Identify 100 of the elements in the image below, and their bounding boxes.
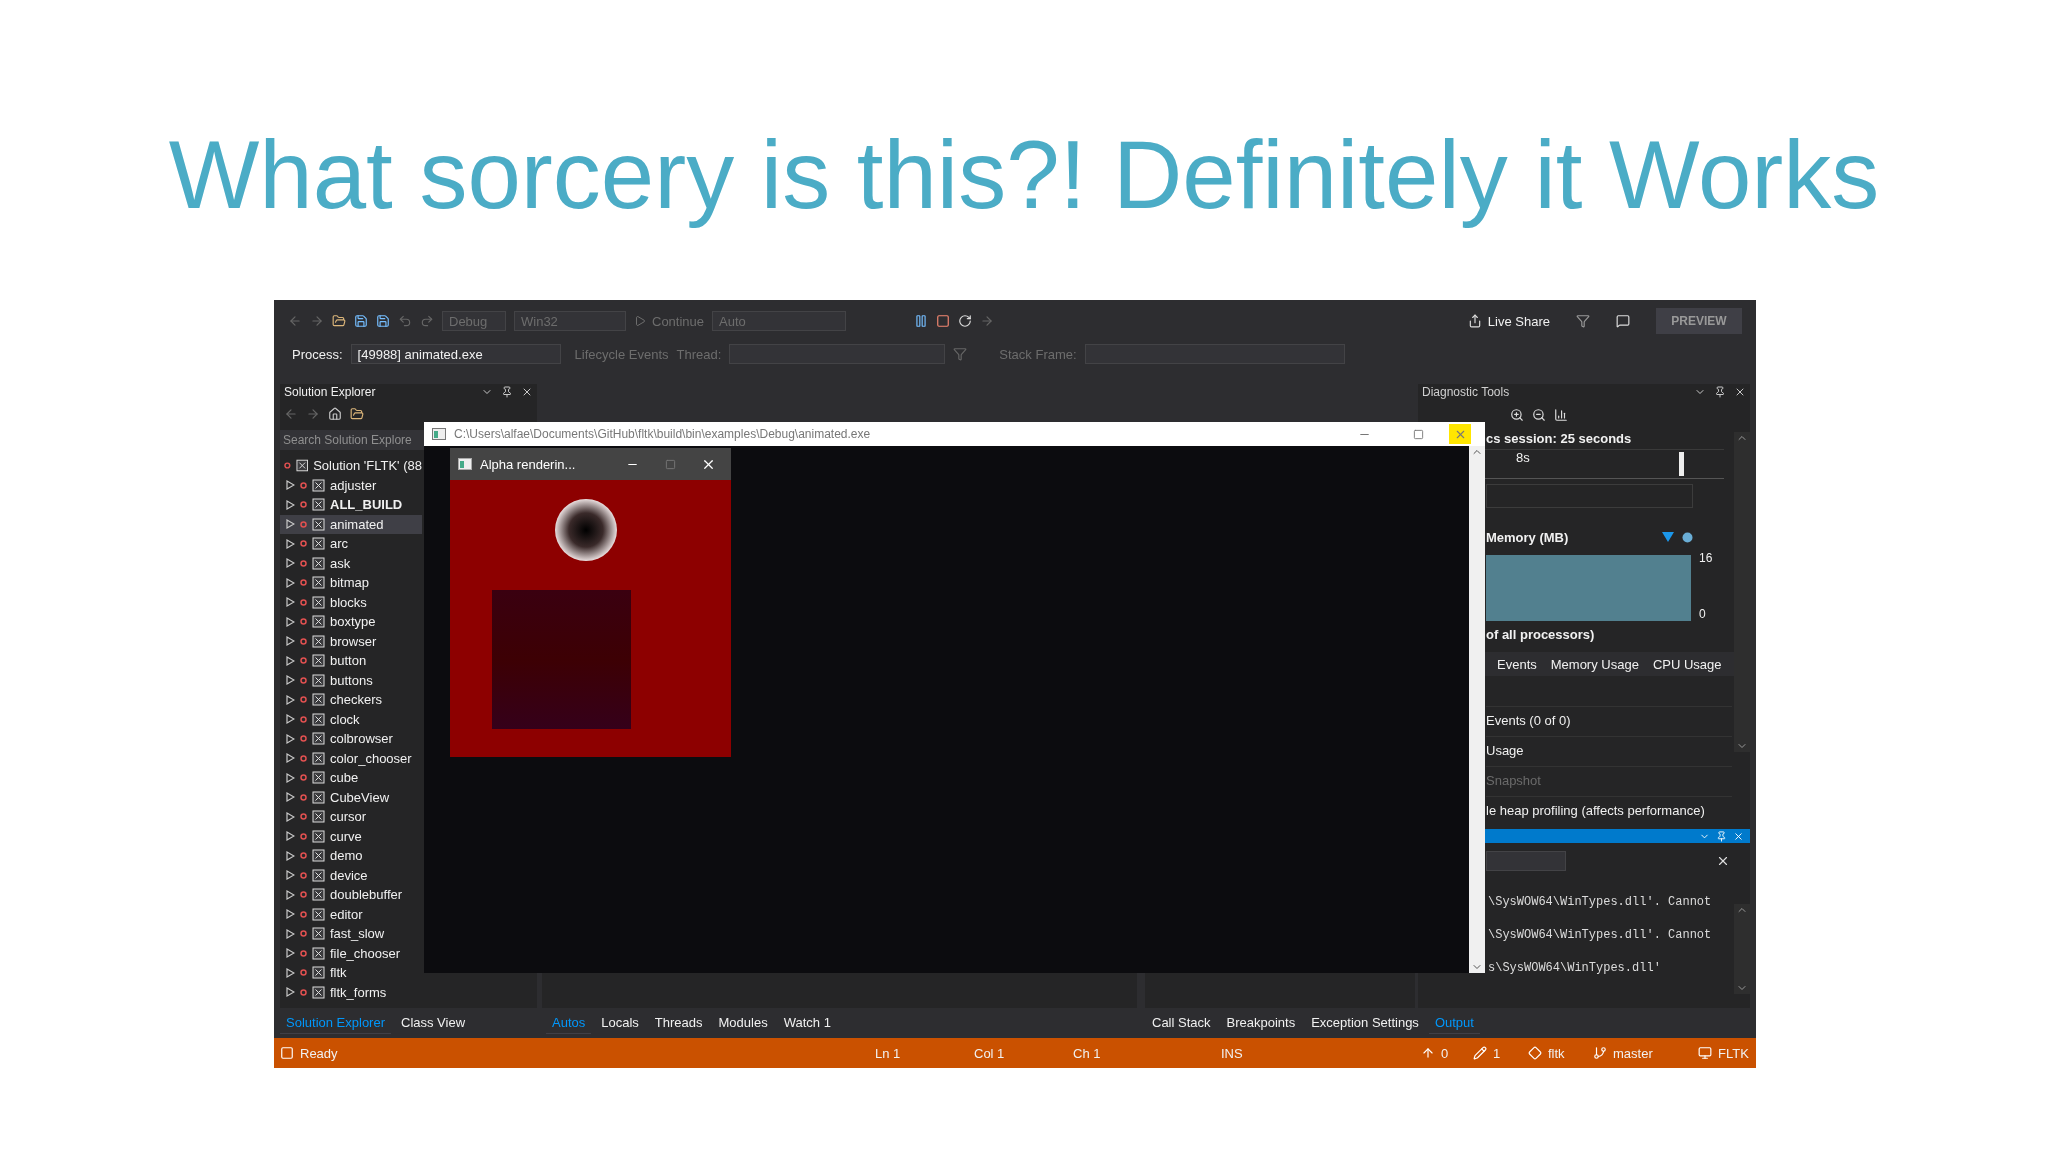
session-label: cs session: 25 seconds [1486, 430, 1632, 446]
solution-label: Solution 'FLTK' (88 [313, 458, 422, 474]
tree-item-label: device [330, 867, 368, 883]
tree-item[interactable]: cursor [280, 807, 422, 827]
tree-item[interactable]: file_chooser [280, 943, 422, 963]
status-text: Ready [300, 1045, 338, 1061]
tab[interactable]: Modules [712, 1012, 774, 1034]
tab[interactable]: Breakpoints [1220, 1012, 1302, 1034]
tree-item[interactable]: device [280, 865, 422, 885]
tab[interactable]: Exception Settings [1305, 1012, 1425, 1034]
tree-item-label: fast_slow [330, 926, 385, 942]
tree-item-label: button [330, 653, 367, 669]
tree-item-label: blocks [330, 594, 367, 610]
tree-item-label: clock [330, 711, 360, 727]
summary-row[interactable]: le heap profiling (affects performance) [1486, 796, 1732, 823]
preview-button[interactable]: PREVIEW [1656, 308, 1742, 334]
tree-item[interactable]: button [280, 651, 422, 671]
tab[interactable]: Events [1493, 656, 1541, 672]
tree-item-label: ALL_BUILD [330, 497, 403, 513]
tree-item[interactable]: boxtype [280, 612, 422, 632]
char-indicator: Ch 1 [1073, 1045, 1101, 1061]
live-share-button[interactable]: Live Share [1467, 313, 1550, 329]
tree-item[interactable]: adjuster [280, 475, 422, 495]
tree-item-label: arc [330, 536, 349, 552]
tab[interactable]: Class View [395, 1012, 472, 1034]
tree-item-label: ask [330, 555, 351, 571]
tree-item[interactable]: ask [280, 553, 422, 573]
tree-item-label: demo [330, 848, 363, 864]
tree-item-label: checkers [330, 692, 383, 708]
repo-name: fltk [1548, 1045, 1565, 1061]
tree-item[interactable]: checkers [280, 690, 422, 710]
tab[interactable]: Watch 1 [777, 1012, 837, 1034]
tree-item[interactable]: CubeView [280, 787, 422, 807]
memory-title: Memory (MB) [1486, 529, 1570, 545]
tab[interactable]: Locals [595, 1012, 645, 1034]
tree-item[interactable]: demo [280, 846, 422, 866]
line-indicator: Ln 1 [875, 1045, 901, 1061]
tree-item-label: fltk [330, 965, 347, 981]
tree-item[interactable]: fltk_forms [280, 982, 422, 1002]
tree-item-label: doublebuffer [330, 887, 403, 903]
tree-item-label: adjuster [330, 477, 377, 493]
tree-item-label: CubeView [330, 789, 390, 805]
tree-item[interactable]: buttons [280, 670, 422, 690]
output-line: s\SysWOW64\WinTypes.dll' [1488, 959, 1662, 977]
tree-item-label: buttons [330, 672, 373, 688]
tree-item[interactable]: arc [280, 534, 422, 554]
stack-frame-label: Stack Frame: [999, 346, 1077, 362]
search-field[interactable]: Search Solution Explore [280, 430, 424, 450]
output-line: \SysWOW64\WinTypes.dll'. Cannot [1488, 926, 1713, 944]
tree-item[interactable]: doublebuffer [280, 885, 422, 905]
tab[interactable]: CPU Usage [1648, 656, 1726, 672]
panel-title: Diagnostic Tools [1422, 385, 1510, 399]
push-count: 0 [1441, 1045, 1449, 1061]
axis-label: 16 [1699, 551, 1713, 565]
tree-item[interactable]: colbrowser [280, 729, 422, 749]
tree-item-label: bitmap [330, 575, 370, 591]
column-indicator: Col 1 [974, 1045, 1005, 1061]
tree-item-label: fltk_forms [330, 984, 387, 1000]
tree-item[interactable]: clock [280, 709, 422, 729]
tree-item-label: boxtype [330, 614, 376, 630]
tree-item-label: cursor [330, 809, 367, 825]
tree-item[interactable]: curve [280, 826, 422, 846]
tree-item[interactable]: animated [280, 514, 422, 534]
process-label: Process: [292, 346, 343, 362]
tree-item[interactable]: cube [280, 768, 422, 788]
change-count: 1 [1493, 1045, 1501, 1061]
summary-row[interactable]: Events (0 of 0) [1486, 706, 1732, 733]
summary-row[interactable]: Usage [1486, 736, 1732, 763]
tree-item[interactable]: browser [280, 631, 422, 651]
branch-name: master [1613, 1045, 1653, 1061]
axis-label: 0 [1699, 607, 1707, 621]
tab[interactable]: Call Stack [1146, 1012, 1217, 1034]
tree-item-label: curve [330, 828, 362, 844]
tab[interactable]: Memory Usage [1546, 656, 1643, 672]
tree-item[interactable]: blocks [280, 592, 422, 612]
tree-item-label: colbrowser [330, 731, 393, 747]
tree-item[interactable]: bitmap [280, 573, 422, 593]
window-title: Alpha renderin... [480, 456, 577, 472]
solution-name: FLTK [1718, 1045, 1749, 1061]
tree-item-label: color_chooser [330, 750, 412, 766]
tree-item[interactable]: fltk [280, 963, 422, 983]
thread-label: Thread: [676, 346, 722, 362]
tree-item-label: editor [330, 906, 363, 922]
tree-item[interactable]: color_chooser [280, 748, 422, 768]
insert-mode: INS [1221, 1045, 1243, 1061]
tree-item-label: browser [330, 633, 377, 649]
tree-item-label: animated [330, 516, 384, 532]
tree-item[interactable]: fast_slow [280, 924, 422, 944]
process-dropdown[interactable]: [49988] animated.exe [350, 344, 561, 364]
output-line: \SysWOW64\WinTypes.dll'. Cannot [1488, 893, 1713, 911]
timeline-tick: 8s [1516, 450, 1530, 465]
tree-item[interactable]: ALL_BUILD [280, 495, 422, 515]
tree-item-label: file_chooser [330, 945, 401, 961]
tree-item-label: cube [330, 770, 359, 786]
slide-title: What sorcery is this?! Definitely it Works [167, 120, 1881, 230]
cpu-title: of all processors) [1486, 626, 1595, 642]
window-title: C:\Users\alfae\Documents\GitHub\fltk\build\bin\examples\Debug\animated.exe [454, 427, 872, 441]
tab[interactable]: Threads [648, 1012, 709, 1034]
tree-item[interactable]: editor [280, 904, 422, 924]
panel-title: Solution Explorer [284, 385, 376, 399]
